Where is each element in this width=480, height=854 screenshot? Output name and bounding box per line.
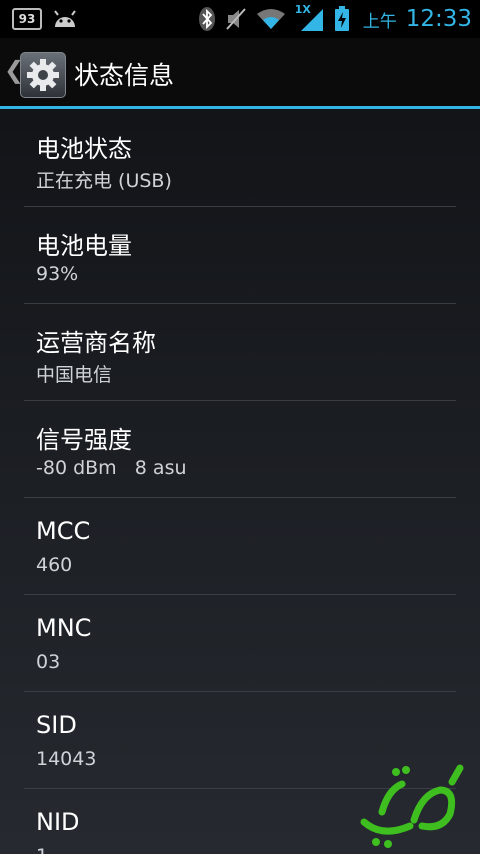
wifi-icon: [256, 9, 285, 29]
clock-time: 12:33: [405, 6, 472, 32]
android-icon: [54, 10, 76, 27]
item-value: 03: [36, 651, 61, 673]
mute-icon: [225, 8, 246, 30]
status-bar: 93 1X 上午 12:33: [0, 0, 480, 38]
clock-ampm: 上午: [362, 11, 397, 32]
item-label: SID: [36, 711, 77, 739]
battery-charging-icon: [334, 6, 349, 31]
item-label: 信号强度: [36, 426, 132, 454]
bluetooth-icon: [198, 7, 215, 31]
item-value: 14043: [36, 748, 97, 770]
item-label: MCC: [36, 517, 91, 545]
list-item-mnc[interactable]: MNC 03: [36, 594, 456, 690]
item-label: 电池状态: [36, 135, 132, 163]
item-label: 电池电量: [36, 232, 132, 260]
list-item-mcc[interactable]: MCC 460: [36, 497, 456, 593]
list-item-operator-name[interactable]: 运营商名称 中国电信: [36, 303, 456, 399]
list-item-battery-status[interactable]: 电池状态 正在充电 (USB): [36, 109, 456, 205]
item-value: 1: [36, 845, 48, 854]
signal-icon: 1X: [295, 3, 325, 32]
list-item-signal-strength[interactable]: 信号强度 -80 dBm 8 asu: [36, 400, 456, 496]
item-label: NID: [36, 808, 80, 836]
notification-count-badge: 93: [12, 8, 42, 30]
item-value: 正在充电 (USB): [36, 170, 172, 192]
page-title: 状态信息: [74, 61, 175, 90]
settings-gear-icon[interactable]: [20, 52, 66, 98]
action-bar: ❮ 状态信息: [0, 38, 480, 106]
watermark-logo: [360, 764, 464, 848]
item-value: 93%: [36, 263, 79, 285]
item-value: 460: [36, 554, 73, 576]
item-value: -80 dBm 8 asu: [36, 457, 187, 479]
item-label: MNC: [36, 614, 92, 642]
status-info-list: 电池状态 正在充电 (USB) 电池电量 93% 运营商名称 中国电信 信号强度…: [0, 109, 480, 854]
item-value: 中国电信: [36, 364, 113, 386]
item-label: 运营商名称: [36, 329, 156, 357]
list-item-battery-level[interactable]: 电池电量 93%: [36, 206, 456, 302]
